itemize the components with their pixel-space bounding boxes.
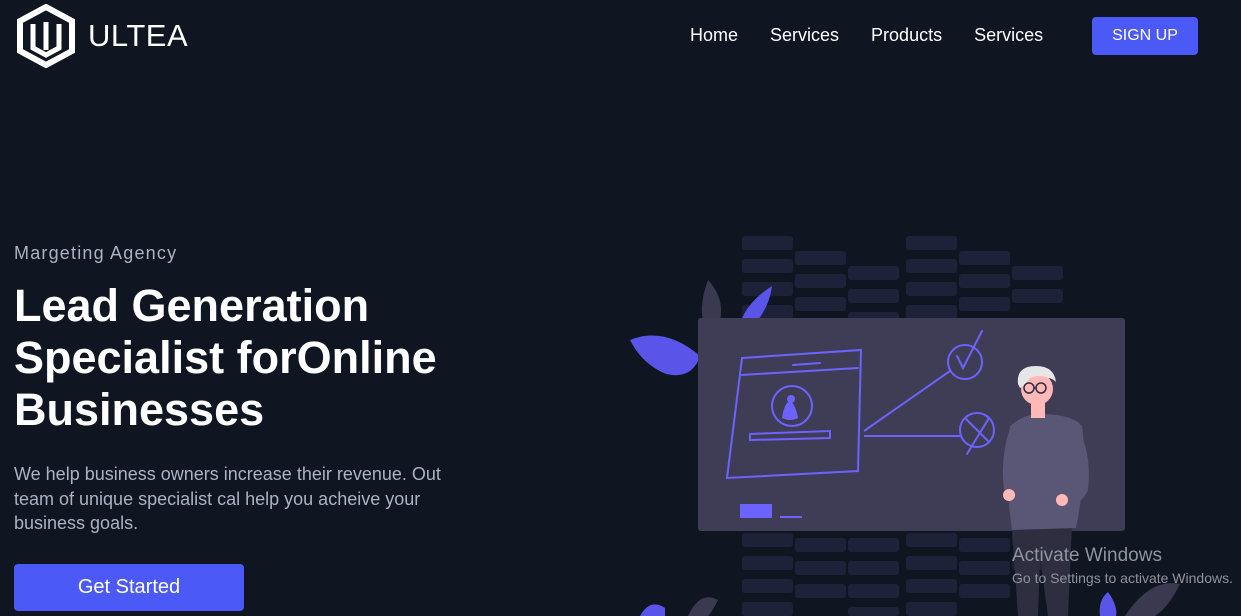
brand-link[interactable]: ULTEA [16,4,188,68]
landing-page: ULTEA Home Services Products Services SI… [0,0,1241,616]
signup-button[interactable]: SIGN UP [1092,17,1198,55]
hexagon-u-logo-icon [17,4,75,68]
watermark-subtitle: Go to Settings to activate Windows. [1012,570,1233,586]
hero-subtitle: We help business owners increase their r… [14,464,441,533]
nav-link-services[interactable]: Services [754,25,855,46]
nav-links: Home Services Products Services [674,17,1059,53]
nav-link-services-2[interactable]: Services [958,25,1059,46]
hero-text-column: Margeting Agency Lead Generation Special… [14,240,494,536]
get-started-button[interactable]: Get Started [14,564,244,611]
hero-topline: Margeting Agency [14,243,178,263]
board-line-icon [780,516,802,518]
nav-link-home[interactable]: Home [674,25,754,46]
hero-heading: Lead Generation Specialist forOnline Bus… [14,280,437,435]
board-button-icon [740,504,772,518]
nav-link-products[interactable]: Products [855,25,958,46]
navbar: ULTEA Home Services Products Services SI… [0,0,1241,72]
activate-windows-watermark: Activate Windows Go to Settings to activ… [1012,544,1233,588]
watermark-title: Activate Windows [1012,545,1162,566]
brand-name: ULTEA [88,18,189,53]
